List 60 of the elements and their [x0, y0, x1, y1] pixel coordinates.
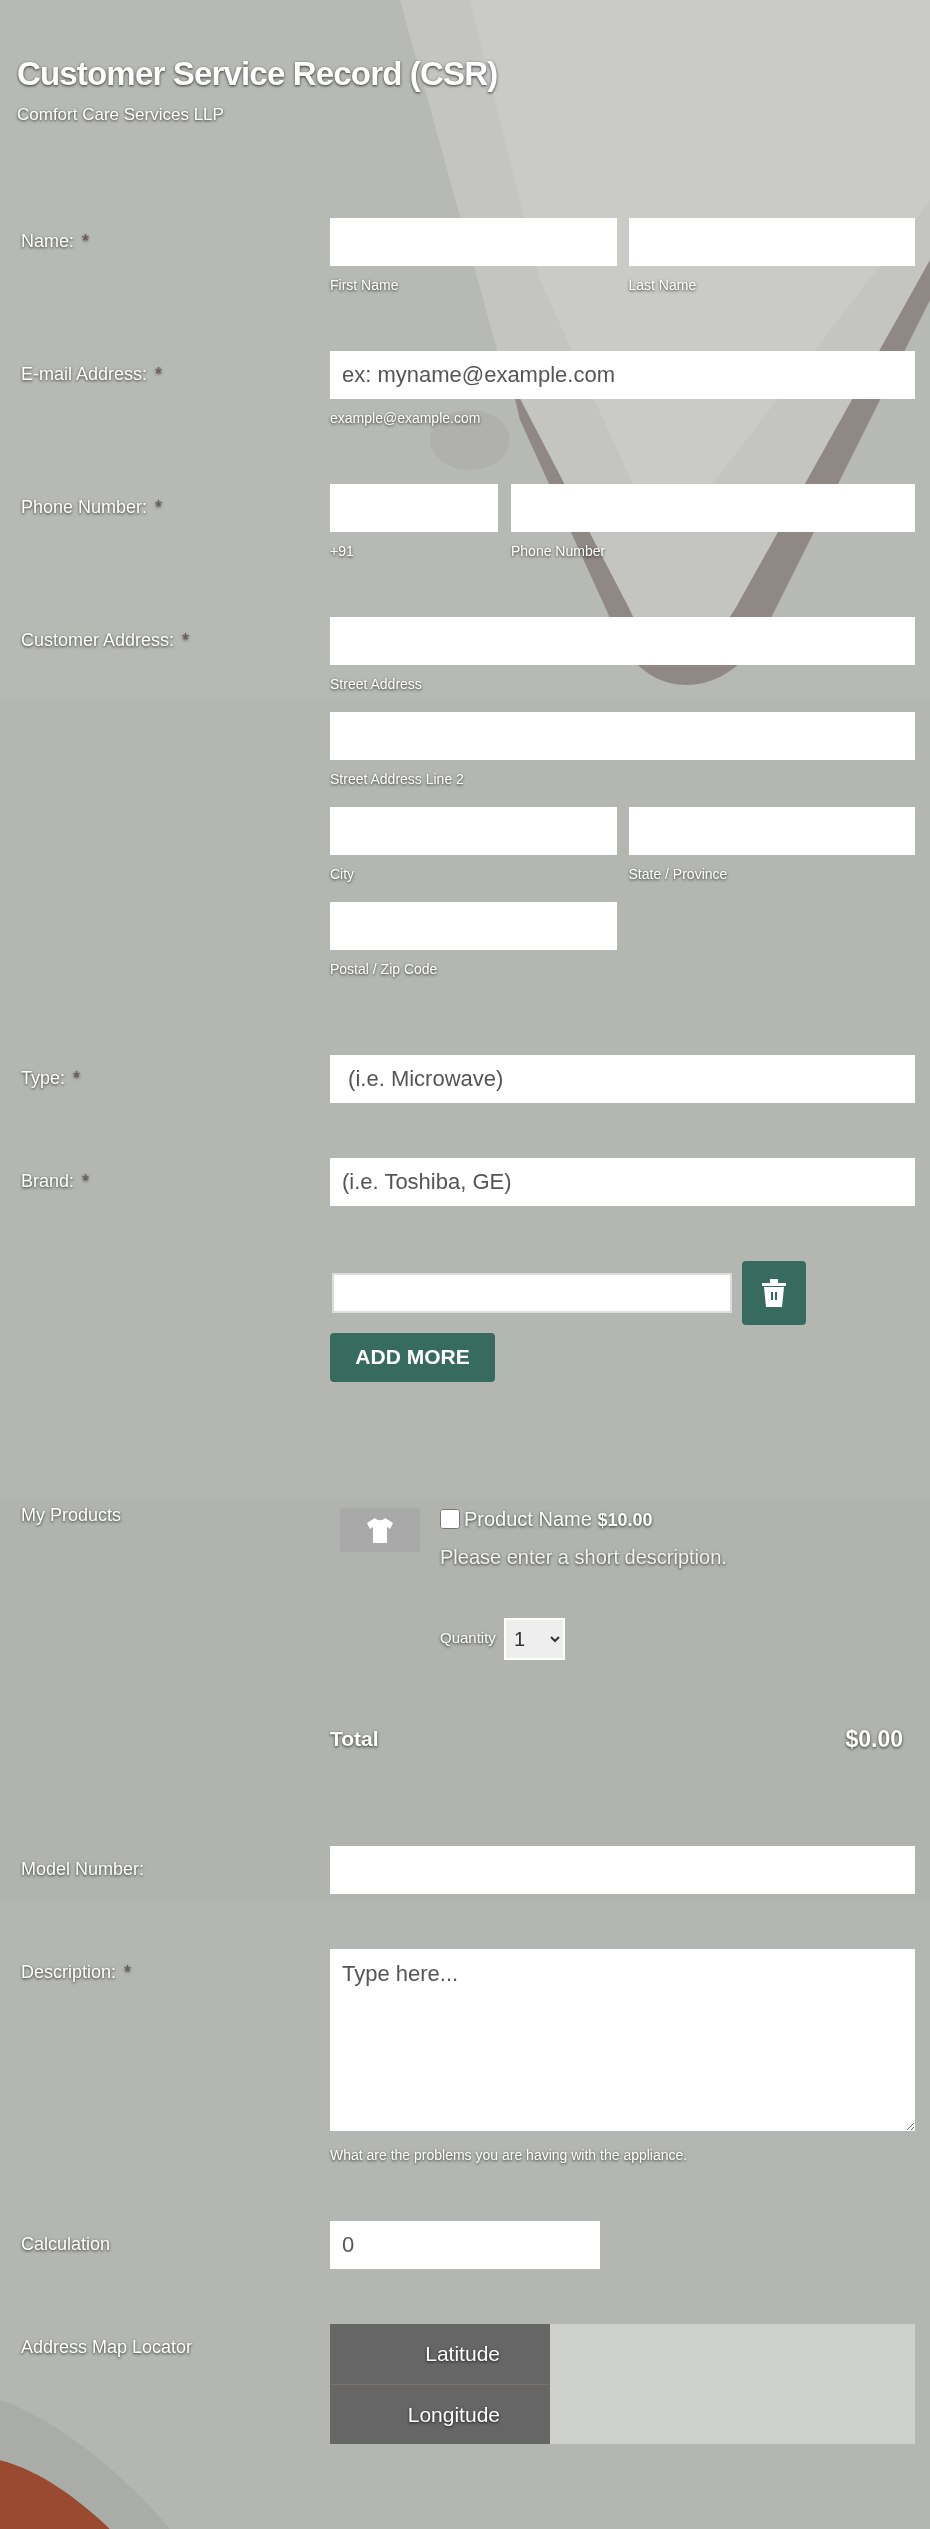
- input-field[interactable]: (i.e. Microwave): [330, 1054, 915, 1103]
- coordinate-label: Longitude: [330, 2384, 550, 2444]
- field-label: Brand:: [21, 1169, 75, 1193]
- required-marker: *: [155, 495, 163, 519]
- product-name: Product Name $10.00: [464, 1506, 653, 1532]
- input-field[interactable]: [330, 901, 617, 950]
- input-field[interactable]: [332, 1272, 732, 1313]
- field-label: Description:: [21, 1961, 117, 1984]
- input-field[interactable]: [330, 616, 915, 665]
- delete-button[interactable]: [742, 1260, 806, 1325]
- quantity-select[interactable]: 1: [503, 1617, 565, 1660]
- required-marker: *: [155, 362, 163, 386]
- field-label: Name:: [21, 229, 74, 253]
- input-field[interactable]: [330, 1846, 915, 1894]
- field-sublabel: City: [330, 864, 356, 884]
- input-field[interactable]: ex: myname@example.com: [330, 350, 915, 399]
- field-label: Phone Number:: [21, 495, 148, 519]
- field-sublabel: example@example.com: [330, 408, 482, 428]
- field-label: Model Number:: [21, 1858, 145, 1881]
- input-field[interactable]: [330, 483, 498, 532]
- field-sublabel: Street Address: [330, 674, 423, 694]
- input-field[interactable]: [511, 483, 915, 532]
- input-field[interactable]: [628, 806, 915, 855]
- input-field[interactable]: [330, 217, 617, 266]
- input-field[interactable]: [330, 711, 915, 760]
- field-sublabel: Phone Number: [511, 541, 607, 561]
- t-shirt-icon: [366, 1515, 394, 1544]
- input-field[interactable]: (i.e. Toshiba, GE): [330, 1157, 915, 1206]
- total-amount: $0.00: [845, 1724, 903, 1754]
- field-sublabel: State / Province: [628, 864, 729, 884]
- field-label: E-mail Address:: [21, 362, 148, 386]
- add-more-button[interactable]: ADD MORE: [330, 1332, 495, 1382]
- field-label: Calculation: [21, 2233, 111, 2256]
- field-sublabel: +91: [330, 541, 355, 561]
- field-sublabel: Street Address Line 2: [330, 769, 465, 789]
- field-label: My Products: [21, 1503, 122, 1527]
- field-sublabel: First Name: [330, 275, 400, 295]
- required-marker: *: [182, 628, 190, 652]
- field-sublabel: Last Name: [628, 275, 698, 295]
- field-sublabel: What are the problems you are having with the appliance.: [330, 2146, 689, 2165]
- required-marker: *: [82, 229, 90, 253]
- input-field[interactable]: 0: [330, 2221, 600, 2269]
- total-label: Total: [330, 1726, 379, 1752]
- field-label: Type:: [21, 1066, 66, 1090]
- quantity-label: Quantity: [440, 1628, 496, 1649]
- required-marker: *: [73, 1066, 81, 1090]
- input-field[interactable]: [330, 806, 617, 855]
- text-area[interactable]: Type here...: [330, 1949, 915, 2131]
- field-label: Customer Address:: [21, 628, 175, 652]
- field-label: Address Map Locator: [21, 2336, 193, 2359]
- required-marker: *: [124, 1961, 132, 1984]
- checkbox[interactable]: [440, 1508, 460, 1529]
- field-sublabel: Postal / Zip Code: [330, 959, 439, 979]
- input-field[interactable]: [628, 217, 915, 266]
- product-description: Please enter a short description.: [440, 1544, 727, 1570]
- form-title: Customer Service Record (CSR): [17, 54, 499, 94]
- required-marker: *: [82, 1169, 90, 1193]
- trash-icon: [761, 1277, 787, 1308]
- coordinate-label: Latitude: [330, 2324, 550, 2384]
- form-subtitle: Comfort Care Services LLP: [17, 104, 225, 126]
